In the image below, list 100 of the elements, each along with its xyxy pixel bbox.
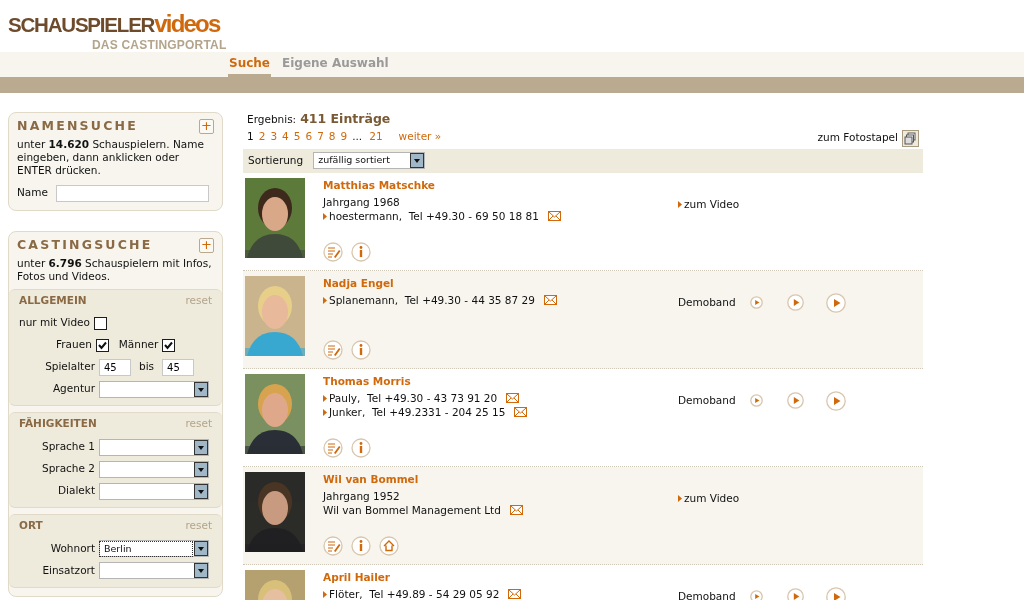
demoband-label: Demoband: [678, 294, 736, 310]
play-button[interactable]: [749, 296, 763, 309]
play-button[interactable]: [825, 390, 846, 411]
play-button[interactable]: [749, 590, 763, 600]
field-label: bis: [138, 359, 156, 375]
arrow-icon: [678, 494, 683, 502]
mail-icon[interactable]: [543, 295, 557, 306]
notes-icon[interactable]: [323, 241, 343, 262]
field-label: Name: [17, 185, 48, 201]
person-name[interactable]: April Hailer: [323, 569, 678, 586]
field-label: Wohnort: [49, 540, 95, 556]
result-count: 411 Einträge: [300, 110, 391, 128]
contact-text: Splanemann, Tel +49.30 - 44 35 87 29: [329, 293, 535, 308]
home-icon[interactable]: [379, 535, 399, 556]
mail-icon[interactable]: [509, 505, 523, 516]
ellipsis: ...: [352, 128, 363, 144]
info-icon[interactable]: [351, 437, 371, 458]
contact-text: Flöter, Tel +49.89 - 54 29 05 92: [329, 587, 500, 600]
contact-text: Jahrgang 1952: [323, 489, 400, 504]
mail-icon[interactable]: [506, 393, 520, 404]
field-label: Spielalter: [44, 359, 95, 375]
select-field[interactable]: [99, 482, 209, 500]
play-button[interactable]: [786, 588, 804, 600]
page-link[interactable]: 3: [270, 128, 278, 145]
contact-text: Wil van Bommel Management Ltd: [323, 503, 501, 518]
field-label: nur mit Video: [19, 315, 90, 331]
photo-stack-icon[interactable]: [902, 129, 919, 147]
logo-text[interactable]: videos: [154, 14, 220, 34]
age-input[interactable]: 45: [162, 358, 195, 376]
nav-tab[interactable]: Eigene Auswahl: [281, 56, 390, 77]
mail-icon[interactable]: [508, 589, 522, 600]
contact-text: Jahrgang 1968: [323, 195, 400, 210]
field-label: Einsatzort: [41, 562, 95, 578]
info-icon[interactable]: [351, 535, 371, 556]
person-name[interactable]: Matthias Matschke: [323, 177, 678, 194]
contact-text: Junker, Tel +49.2331 - 204 25 15: [329, 405, 506, 420]
section-title: FÄHIGKEITEN: [19, 416, 97, 432]
sort-select[interactable]: zufällig sortiert: [313, 152, 426, 169]
page-link[interactable]: 4: [282, 128, 289, 145]
logo-text[interactable]: SCHAUSPIELER: [8, 15, 155, 35]
mail-icon[interactable]: [514, 407, 528, 418]
field-label: Sprache 2: [41, 461, 95, 477]
intro-text: unter 14.620 Schauspielern. Name eingeben, dann anklicken oder ENTER drücken.: [16, 137, 205, 177]
info-icon[interactable]: [351, 339, 371, 360]
reset-link[interactable]: reset: [185, 416, 212, 432]
field-label: Sprache 1: [41, 439, 95, 455]
page-link[interactable]: 2: [258, 128, 266, 145]
field-label: Männer: [118, 337, 159, 353]
info-icon[interactable]: [351, 241, 371, 262]
panel-title: CASTINGSUCHE: [17, 235, 153, 254]
notes-icon[interactable]: [323, 535, 343, 556]
video-link[interactable]: zum Video: [684, 490, 740, 507]
page-link[interactable]: 8: [328, 128, 336, 145]
next-link[interactable]: weiter »: [398, 128, 442, 145]
select-field[interactable]: [99, 380, 209, 398]
page-link[interactable]: 5: [293, 128, 301, 145]
demoband-label: Demoband: [678, 392, 736, 408]
expand-button[interactable]: +: [199, 118, 214, 134]
panel-title: NAMENSUCHE: [17, 117, 138, 135]
play-button[interactable]: [825, 586, 846, 600]
age-input[interactable]: 45: [99, 358, 131, 376]
notes-icon[interactable]: [323, 339, 343, 360]
reset-link[interactable]: reset: [185, 518, 212, 534]
checkbox[interactable]: [95, 338, 109, 352]
select-field[interactable]: [99, 562, 209, 580]
select-field[interactable]: [99, 460, 209, 478]
select-field[interactable]: Berlin: [99, 540, 209, 558]
play-button[interactable]: [749, 394, 763, 407]
photo-stack-link[interactable]: zum Fotostapel: [817, 130, 898, 146]
select-field[interactable]: [99, 438, 209, 456]
play-button[interactable]: [786, 392, 804, 409]
expand-button[interactable]: +: [199, 237, 214, 253]
section-title: ALLGEMEIN: [19, 292, 87, 308]
section-title: ORT: [19, 518, 43, 533]
play-button[interactable]: [786, 294, 804, 311]
logo-tagline: DAS CASTINGPORTAL: [92, 39, 227, 52]
person-name[interactable]: Thomas Morris: [323, 373, 678, 390]
arrow-icon: [678, 200, 683, 208]
checkbox[interactable]: [94, 316, 107, 330]
page-link[interactable]: 6: [305, 128, 313, 145]
checkbox[interactable]: [162, 338, 176, 352]
mail-icon[interactable]: [547, 211, 561, 222]
field-label: Dialekt: [57, 483, 95, 499]
field-label: Agentur: [51, 381, 95, 397]
notes-icon[interactable]: [323, 437, 343, 458]
play-button[interactable]: [825, 292, 846, 313]
field-label: Frauen: [56, 337, 92, 353]
page-link[interactable]: 7: [317, 128, 324, 145]
name-input[interactable]: [56, 184, 209, 202]
demoband-label: Demoband: [678, 588, 736, 600]
contact-text: hoestermann, Tel +49.30 - 69 50 18 81: [329, 209, 539, 224]
page-link[interactable]: 9: [340, 128, 348, 145]
page-link[interactable]: 1: [247, 128, 254, 145]
result-label: Ergebnis:: [247, 112, 297, 127]
page-link[interactable]: 21: [369, 128, 383, 145]
video-link[interactable]: zum Video: [684, 196, 740, 213]
person-name[interactable]: Nadja Engel: [323, 275, 678, 292]
person-name[interactable]: Wil van Bommel: [323, 471, 678, 488]
contact-text: Pauly, Tel +49.30 - 43 73 91 20: [329, 391, 498, 406]
reset-link[interactable]: reset: [185, 292, 212, 309]
